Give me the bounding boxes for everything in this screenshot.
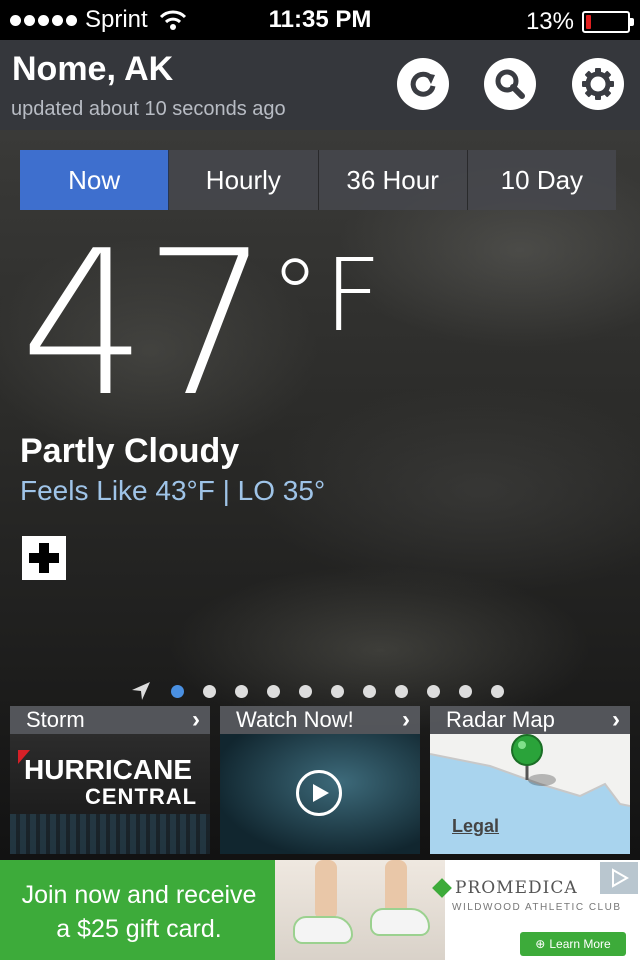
ad-offer-text: Join now and receive a $25 gift card. (14, 878, 264, 946)
battery-icon (582, 11, 634, 33)
location-name[interactable]: Nome, AK (12, 50, 173, 89)
storm-card-title: Storm (26, 707, 85, 732)
page-indicator (130, 680, 504, 702)
expand-details-button[interactable] (22, 536, 66, 580)
tab-now[interactable]: Now (20, 150, 170, 210)
battery-percent: 13% (525, 8, 574, 35)
page-dot[interactable] (331, 684, 344, 698)
location-arrow-icon (130, 680, 152, 702)
condition-text: Partly Cloudy (20, 432, 240, 470)
promedica-logo: PROMEDICA (432, 878, 578, 898)
tab-10-day[interactable]: 10 Day (467, 150, 616, 210)
play-icon (312, 784, 329, 802)
search-button[interactable] (484, 58, 536, 110)
storm-card[interactable]: Storm › HURRICANE CENTRAL (10, 706, 210, 854)
watch-now-card[interactable]: Watch Now! › (220, 706, 420, 854)
page-dot[interactable] (363, 684, 376, 698)
page-dot[interactable] (171, 684, 184, 698)
chevron-right-icon: › (192, 706, 200, 733)
ad-banner[interactable]: Join now and receive a $25 gift card. PR… (0, 860, 640, 960)
wifi-icon (159, 10, 186, 30)
watch-card-title: Watch Now! (236, 707, 354, 732)
search-icon (495, 69, 525, 99)
page-dot[interactable] (267, 684, 280, 698)
radar-map-card[interactable]: Radar Map › Legal (430, 706, 630, 854)
ad-line-1: Join now and receive (21, 881, 257, 909)
ad-offer-panel: Join now and receive a $25 gift card. (0, 860, 275, 960)
temperature-unit: °F (270, 237, 386, 354)
page-dot[interactable] (491, 684, 504, 698)
signal-strength-icon (10, 14, 77, 26)
ad-photo-sneakers (275, 860, 445, 960)
video-thumbnail (220, 734, 420, 854)
play-button[interactable] (296, 770, 342, 816)
thumbnail-text-central: CENTRAL (85, 784, 198, 809)
refresh-button[interactable] (397, 58, 449, 110)
ad-brand: PROMEDICA (455, 878, 578, 898)
page-dot[interactable] (459, 684, 472, 698)
ad-line-2: a $25 gift card. (56, 915, 222, 943)
carrier-name: Sprint (85, 6, 148, 33)
storm-card-header: Storm › (10, 706, 210, 734)
page-dot[interactable] (235, 684, 248, 698)
promedica-logo-icon (432, 878, 452, 898)
refresh-icon (410, 71, 436, 97)
gear-icon (582, 68, 614, 100)
learn-more-button[interactable]: ⊕ Learn More (520, 932, 626, 956)
building-silhouette (10, 814, 210, 854)
radar-card-header: Radar Map › (430, 706, 630, 734)
plus-circle-icon: ⊕ (535, 937, 546, 951)
feels-like-text: Feels Like 43°F | LO 35° (20, 475, 326, 506)
chevron-right-icon: › (612, 706, 620, 733)
battery-level (586, 15, 591, 29)
radar-map-thumbnail: Legal (430, 734, 630, 854)
learn-more-label: Learn More (549, 937, 611, 951)
chevron-right-icon: › (402, 706, 410, 733)
plus-icon (29, 543, 59, 573)
settings-button[interactable] (572, 58, 624, 110)
last-updated-text: updated about 10 seconds ago (11, 98, 286, 120)
current-temperature: 47 °F (20, 225, 382, 425)
hurricane-central-thumbnail: HURRICANE CENTRAL (10, 734, 210, 854)
ad-choices-icon (612, 868, 629, 888)
thumbnail-text-hurricane: HURRICANE (24, 754, 192, 785)
watch-card-header: Watch Now! › (220, 706, 420, 734)
status-bar: Sprint 11:35 PM 13% (0, 0, 640, 40)
page-dot[interactable] (395, 684, 408, 698)
radar-card-title: Radar Map (446, 707, 555, 732)
page-dot[interactable] (203, 684, 216, 698)
ad-choices-button[interactable] (600, 862, 638, 894)
page-dot[interactable] (299, 684, 312, 698)
forecast-tabs: Now Hourly 36 Hour 10 Day (20, 150, 616, 210)
ad-brand-sub: WILDWOOD ATHLETIC CLUB (452, 902, 622, 913)
legal-link[interactable]: Legal (452, 816, 499, 837)
tab-36-hour[interactable]: 36 Hour (318, 150, 468, 210)
tab-hourly[interactable]: Hourly (169, 150, 319, 210)
location-header: Nome, AK updated about 10 seconds ago (0, 40, 640, 130)
temperature-value: 47 (20, 208, 270, 441)
page-dot[interactable] (427, 684, 440, 698)
